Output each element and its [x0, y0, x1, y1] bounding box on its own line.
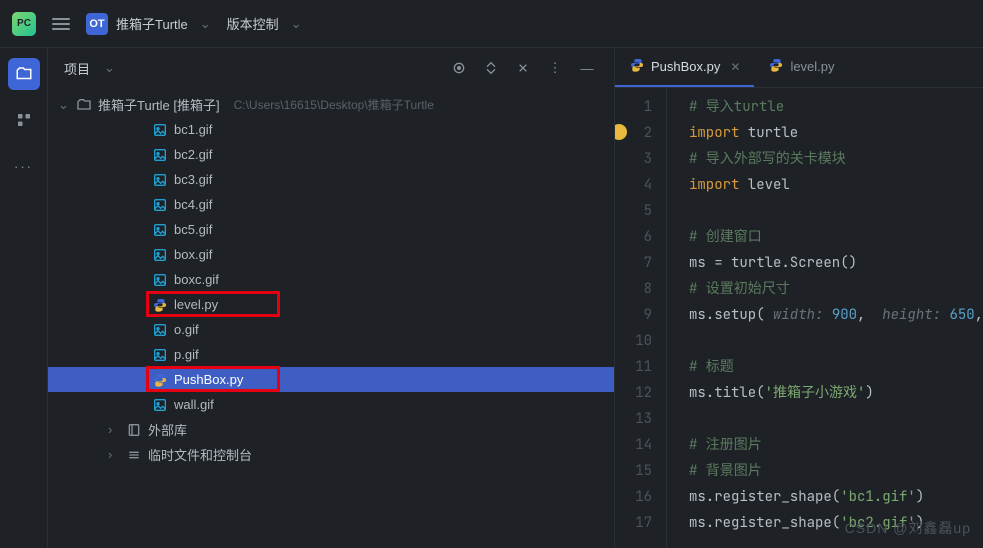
file-name: bc2.gif — [174, 147, 212, 162]
collapse-all-button[interactable] — [512, 57, 534, 79]
tab-label: PushBox.py — [651, 59, 720, 74]
tab-label: level.py — [790, 59, 834, 74]
intention-bulb-icon[interactable] — [615, 124, 627, 140]
tree-label: 临时文件和控制台 — [148, 445, 252, 464]
folder-icon — [76, 97, 92, 113]
image-file-icon — [152, 222, 168, 238]
file-name: boxc.gif — [174, 272, 219, 287]
chevron-down-icon: ⌄ — [291, 16, 302, 32]
file-name: bc1.gif — [174, 122, 212, 137]
project-tree[interactable]: ⌄ 推箱子Turtle [推箱子] C:\Users\16615\Desktop… — [48, 88, 614, 548]
editor-tab[interactable]: level.py — [754, 48, 848, 87]
titlebar: PC OT 推箱子Turtle ⌄ 版本控制 ⌄ — [0, 0, 983, 48]
file-name: bc4.gif — [174, 197, 212, 212]
main-menu-button[interactable] — [52, 18, 70, 30]
select-opened-file-button[interactable] — [448, 57, 470, 79]
file-node[interactable]: level.py — [48, 292, 614, 317]
code-content[interactable]: # 导入turtleimport turtle# 导入外部写的关卡模块impor… — [667, 88, 983, 548]
file-node[interactable]: box.gif — [48, 242, 614, 267]
python-file-icon — [768, 57, 784, 76]
file-node[interactable]: bc2.gif — [48, 142, 614, 167]
chevron-right-icon[interactable]: › — [108, 422, 120, 437]
project-panel-header: 项目 ⌄ ⋮ — — [48, 48, 614, 88]
tree-path: C:\Users\16615\Desktop\推箱子Turtle — [234, 96, 434, 113]
project-tool-button[interactable] — [8, 58, 40, 90]
project-name: 推箱子Turtle — [116, 14, 188, 33]
hide-panel-button[interactable]: — — [576, 57, 598, 79]
structure-tool-button[interactable] — [8, 104, 40, 136]
file-node[interactable]: PushBox.py — [48, 367, 614, 392]
file-node[interactable]: o.gif — [48, 317, 614, 342]
image-file-icon — [152, 122, 168, 138]
close-icon[interactable]: ✕ — [730, 60, 740, 74]
python-file-icon — [152, 297, 168, 313]
tree-label: 外部库 — [148, 420, 187, 439]
editor-tab[interactable]: PushBox.py ✕ — [615, 48, 754, 87]
editor-tabs: PushBox.py ✕ level.py — [615, 48, 983, 88]
editor-area: PushBox.py ✕ level.py 12345678910111213141… — [615, 48, 983, 548]
file-name: level.py — [174, 297, 218, 312]
pycharm-icon: PC — [12, 12, 36, 36]
chevron-down-icon: ⌄ — [200, 16, 211, 32]
image-file-icon — [152, 272, 168, 288]
chevron-right-icon[interactable]: › — [108, 447, 120, 462]
file-node[interactable]: bc3.gif — [48, 167, 614, 192]
line-gutter: 1234567891011121314151617 — [615, 88, 667, 548]
code-editor[interactable]: 1234567891011121314151617 # 导入turtleimpo… — [615, 88, 983, 548]
project-crumb[interactable]: OT 推箱子Turtle ⌄ — [86, 13, 211, 35]
image-file-icon — [152, 347, 168, 363]
file-node[interactable]: bc4.gif — [48, 192, 614, 217]
chevron-down-icon[interactable]: ⌄ — [104, 60, 115, 76]
image-file-icon — [152, 172, 168, 188]
scratches-node[interactable]: › 临时文件和控制台 — [48, 442, 614, 467]
file-name: box.gif — [174, 247, 212, 262]
more-tool-button[interactable]: ··· — [8, 150, 40, 182]
file-name: wall.gif — [174, 397, 214, 412]
tool-window-bar: ··· — [0, 48, 48, 548]
scratch-icon — [126, 447, 142, 463]
chevron-down-icon[interactable]: ⌄ — [58, 97, 70, 113]
image-file-icon — [152, 397, 168, 413]
project-badge-icon: OT — [86, 13, 108, 35]
project-root-node[interactable]: ⌄ 推箱子Turtle [推箱子] C:\Users\16615\Desktop… — [48, 92, 614, 117]
file-name: o.gif — [174, 322, 199, 337]
python-file-icon — [152, 372, 168, 388]
panel-options-button[interactable]: ⋮ — [544, 57, 566, 79]
vcs-menu[interactable]: 版本控制 ⌄ — [227, 14, 302, 33]
file-node[interactable]: bc5.gif — [48, 217, 614, 242]
file-node[interactable]: p.gif — [48, 342, 614, 367]
panel-title: 项目 — [64, 59, 90, 78]
python-file-icon — [629, 57, 645, 76]
file-name: bc5.gif — [174, 222, 212, 237]
file-node[interactable]: boxc.gif — [48, 267, 614, 292]
image-file-icon — [152, 147, 168, 163]
file-name: p.gif — [174, 347, 199, 362]
expand-all-button[interactable] — [480, 57, 502, 79]
image-file-icon — [152, 247, 168, 263]
image-file-icon — [152, 197, 168, 213]
file-node[interactable]: wall.gif — [48, 392, 614, 417]
project-panel: 项目 ⌄ ⋮ — ⌄ 推箱子Turtle [推箱子] C:\Users\1661… — [48, 48, 615, 548]
tree-label: 推箱子Turtle [推箱子] — [98, 95, 220, 114]
image-file-icon — [152, 322, 168, 338]
file-node[interactable]: bc1.gif — [48, 117, 614, 142]
file-name: PushBox.py — [174, 372, 243, 387]
file-name: bc3.gif — [174, 172, 212, 187]
library-icon — [126, 422, 142, 438]
external-libraries-node[interactable]: › 外部库 — [48, 417, 614, 442]
